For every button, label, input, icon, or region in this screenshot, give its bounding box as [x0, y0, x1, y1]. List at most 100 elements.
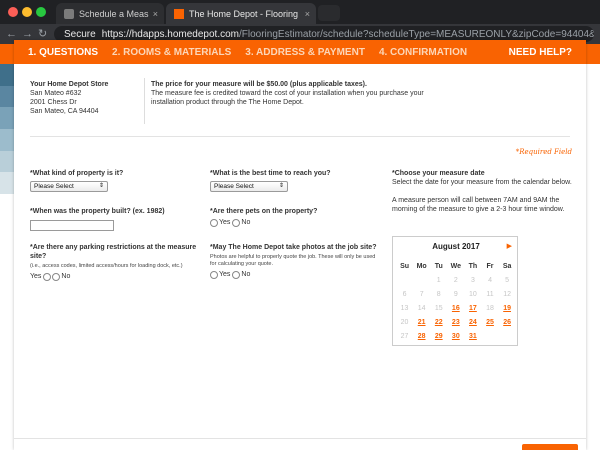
calendar-day-available[interactable]: 26 [499, 319, 516, 326]
parking-yes-radio[interactable] [43, 272, 52, 281]
pets-yes-radio[interactable] [210, 218, 218, 227]
browser-tab-schedule[interactable]: Schedule a Measure × [56, 3, 164, 24]
photos-radio-group: Yes No [210, 270, 385, 279]
question-label: site? [30, 253, 47, 260]
calendar-day: 20 [400, 318, 409, 326]
measure-date-calendar: August 2017 ▶ Su Mo Tu We Th Fr Sa 1 2 3 4 5 6 7 8 9 10 1… [392, 236, 518, 346]
calendar-week-row: 20 21 22 23 24 25 26 [396, 315, 516, 329]
measure-date-info-line: morning of the measure to give a 2-3 hou… [392, 206, 565, 213]
calendar-day-available[interactable]: 16 [447, 305, 464, 312]
calendar-day: 8 [436, 290, 441, 298]
divider [14, 438, 586, 439]
chevron-down-icon: ⇕ [278, 183, 284, 189]
divider [144, 78, 145, 124]
calendar-weekday: Su [400, 262, 410, 270]
calendar-day-available[interactable]: 30 [447, 333, 464, 340]
calendar-week-row: 1 2 3 4 5 [396, 273, 516, 287]
question-photos: *May The Home Depot take photos at the j… [210, 243, 385, 279]
calendar-day: 5 [505, 276, 510, 284]
calendar-weekday: Tu [434, 262, 443, 270]
calendar-weekday: Mo [416, 262, 427, 270]
measure-date-title: *Choose your measure date [392, 170, 485, 177]
store-name: San Mateo #632 [30, 90, 82, 97]
window-maximize-button[interactable] [36, 7, 46, 17]
question-year-built: *When was the property built? (ex. 1982) [30, 207, 165, 231]
back-arrow-icon[interactable]: ← [6, 27, 17, 41]
pets-radio-group: Yes No [210, 218, 317, 227]
question-label: *May The Home Depot take photos at the j… [210, 244, 377, 251]
calendar-day: 13 [400, 304, 409, 312]
close-icon[interactable]: × [153, 9, 158, 19]
question-label: *Are there pets on the property? [210, 208, 318, 215]
question-property-kind: *What kind of property is it? Please Sel… [30, 169, 123, 192]
radio-label: No [241, 219, 251, 226]
calendar-weekday: Th [468, 262, 478, 270]
store-street: 2001 Chess Dr [30, 99, 77, 106]
need-help-link[interactable]: NEED HELP? [509, 47, 572, 58]
next-month-arrow-icon[interactable]: ▶ [507, 242, 512, 250]
progress-steps: 1. QUESTIONS 2. ROOMS & MATERIALS 3. ADD… [14, 40, 586, 64]
select-value: Please Select [214, 183, 254, 190]
calendar-day-available[interactable]: 24 [464, 319, 481, 326]
browser-tab-bar: Schedule a Measure × The Home Depot - Fl… [0, 0, 600, 24]
next-button[interactable] [522, 444, 578, 450]
question-note: for calculating your quote. [210, 261, 273, 267]
calendar-day: 6 [402, 290, 407, 298]
photos-no-radio[interactable] [232, 270, 241, 279]
measure-date-info: *Choose your measure date Select the dat… [392, 169, 572, 214]
step-questions[interactable]: 1. QUESTIONS [28, 47, 98, 58]
calendar-week-row: 13 14 15 16 17 18 19 [396, 301, 516, 315]
price-line: The measure fee is credited toward the c… [151, 90, 424, 97]
parking-no-radio[interactable] [52, 272, 61, 281]
window-minimize-button[interactable] [22, 7, 32, 17]
calendar-day: 15 [434, 304, 443, 312]
parking-radio-group: Yes No [30, 272, 200, 281]
radio-label: No [61, 273, 71, 280]
browser-tab-flooring[interactable]: The Home Depot - Flooring Estimator × [166, 3, 316, 24]
close-icon[interactable]: × [305, 9, 310, 19]
question-note: (i.e., access codes, limited access/hour… [30, 263, 183, 269]
required-field-note: *Required Field [515, 148, 572, 156]
paint-swatches-decoration [0, 64, 14, 194]
calendar-weekday: Sa [502, 262, 512, 270]
radio-label: Yes [219, 271, 231, 278]
calendar-day: 3 [470, 276, 475, 284]
price-info: The price for your measure will be $50.0… [151, 80, 451, 107]
reload-icon[interactable]: ↻ [38, 27, 47, 41]
calendar-day-available[interactable]: 31 [464, 333, 481, 340]
calendar-day-available[interactable]: 22 [430, 319, 447, 326]
calendar-day-available[interactable]: 17 [464, 305, 481, 312]
calendar-day: 2 [453, 276, 458, 284]
question-parking: *Are there any parking restrictions at t… [30, 243, 200, 281]
question-label: *When was the property built? (ex. 1982) [30, 208, 165, 215]
photos-yes-radio[interactable] [210, 270, 218, 279]
calendar-day-available[interactable]: 19 [499, 305, 516, 312]
store-info: Your Home Depot Store San Mateo #632 200… [30, 80, 108, 116]
tab-title: The Home Depot - Flooring Estimator [189, 8, 301, 19]
window-close-button[interactable] [8, 7, 18, 17]
price-line: installation product through the The Hom… [151, 99, 304, 106]
calendar-day: 11 [486, 290, 494, 298]
calendar-day-available[interactable]: 29 [430, 333, 447, 340]
store-city: San Mateo, CA 94404 [30, 108, 99, 115]
year-built-input[interactable] [30, 220, 114, 231]
calendar-grid: Su Mo Tu We Th Fr Sa 1 2 3 4 5 6 7 8 9 10 11 12 13 14 15 16 17 1… [396, 259, 516, 343]
calendar-day-available[interactable]: 21 [413, 319, 430, 326]
calendar-day-available[interactable]: 25 [481, 319, 498, 326]
chevron-down-icon: ⇕ [98, 183, 104, 189]
radio-label: Yes [30, 273, 42, 280]
question-label: *What is the best time to reach you? [210, 170, 331, 177]
forward-arrow-icon[interactable]: → [22, 27, 33, 41]
pets-no-radio[interactable] [232, 218, 241, 227]
step-rooms-materials[interactable]: 2. ROOMS & MATERIALS [112, 47, 231, 58]
step-address-payment[interactable]: 3. ADDRESS & PAYMENT [245, 47, 365, 58]
best-time-select[interactable]: Please Select ⇕ [210, 181, 288, 192]
paint-swatch [0, 85, 14, 108]
calendar-day-available[interactable]: 23 [447, 319, 464, 326]
select-value: Please Select [34, 183, 74, 190]
new-tab-button[interactable] [318, 5, 340, 21]
property-kind-select[interactable]: Please Select ⇕ [30, 181, 108, 192]
calendar-day-available[interactable]: 28 [413, 333, 430, 340]
calendar-day: 10 [469, 290, 477, 298]
step-confirmation[interactable]: 4. CONFIRMATION [379, 47, 467, 58]
